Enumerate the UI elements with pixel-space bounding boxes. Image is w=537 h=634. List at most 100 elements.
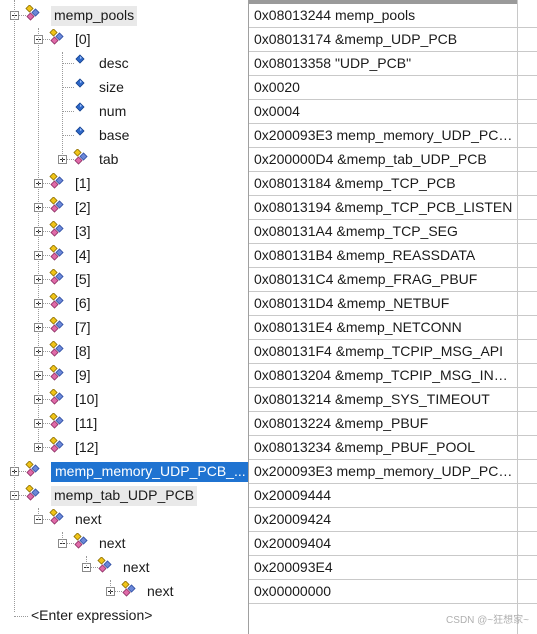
tree-connector [110,580,111,592]
tree-item-label[interactable]: [12] [75,439,98,455]
value-row[interactable]: 0x080131B4 &memp_REASSDATA [249,244,537,268]
tree-item-label[interactable]: [0] [75,31,91,47]
value-cell: 0x08013358 "UDP_PCB" [254,55,412,71]
struct-icon [48,221,68,239]
tree-item-label[interactable]: [2] [75,199,91,215]
value-row[interactable]: 0x080131A4 &memp_TCP_SEG [249,220,537,244]
value-cell: 0x200093E3 memp_memory_UDP_PCB_base [254,127,516,143]
value-cell: 0x08013194 &memp_TCP_PCB_LISTEN [254,199,513,215]
value-cell: 0x20009444 [254,487,332,503]
value-row[interactable]: 0x080131E4 &memp_NETCONN [249,316,537,340]
value-row[interactable]: 0x00000000 [249,580,537,604]
value-cell: 0x08013204 &memp_TCPIP_MSG_INPKT [254,367,516,383]
tree-item-label[interactable]: memp_tab_UDP_PCB [51,486,198,506]
value-cell: 0x20009404 [254,535,332,551]
value-row[interactable]: 0x08013224 &memp_PBUF [249,412,537,436]
value-cell: 0x20009424 [254,511,332,527]
field-icon [72,125,92,143]
value-cell: 0x080131B4 &memp_REASSDATA [254,247,476,263]
enter-expression-row[interactable]: <Enter expression> [31,607,152,623]
tree-connector [38,28,39,448]
value-row[interactable]: 0x08013358 "UDP_PCB" [249,52,537,76]
tree-connector [62,532,63,544]
tree-item-label[interactable]: next [147,583,173,599]
value-cell: 0x080131F4 &memp_TCPIP_MSG_API [254,343,504,359]
tree-item-label[interactable]: tab [99,151,118,167]
value-cell: 0x08013184 &memp_TCP_PCB [254,175,456,191]
value-row[interactable]: 0x080131D4 &memp_NETBUF [249,292,537,316]
tree-item-label[interactable]: desc [99,55,129,71]
value-row[interactable]: 0x08013214 &memp_SYS_TIMEOUT [249,388,537,412]
tree-item-label[interactable]: [5] [75,271,91,287]
struct-icon [48,245,68,263]
tree-item-label[interactable]: next [123,559,149,575]
tree-item-label[interactable]: [7] [75,319,91,335]
value-row[interactable]: 0x20009424 [249,508,537,532]
struct-icon [48,269,68,287]
value-row[interactable]: 0x08013234 &memp_PBUF_POOL [249,436,537,460]
tree-item-label[interactable]: [1] [75,175,91,191]
tree-item-label[interactable]: [11] [75,415,97,431]
tree-item-label[interactable]: num [99,103,126,119]
struct-icon [48,341,68,359]
tree-item-label[interactable]: [9] [75,367,91,383]
tree-item-label[interactable]: size [99,79,124,95]
value-cell: 0x200093E3 memp_memory_UDP_PCB_base [254,463,516,479]
tree-item-label[interactable]: [3] [75,223,91,239]
tree-row[interactable]: memp_memory_UDP_PCB_... [0,460,248,484]
tree-connector [14,0,15,612]
value-cell: 0x200000D4 &memp_tab_UDP_PCB [254,151,487,167]
tree-item-label[interactable]: memp_memory_UDP_PCB_... [51,462,248,482]
tree-row[interactable]: memp_tab_UDP_PCB [0,484,248,508]
struct-icon [48,437,68,455]
value-row[interactable]: 0x080131C4 &memp_FRAG_PBUF [249,268,537,292]
struct-icon [24,485,44,503]
value-row[interactable]: 0x080131F4 &memp_TCPIP_MSG_API [249,340,537,364]
tree-item-label[interactable]: base [99,127,129,143]
watch-value-pane: 0x08013244 memp_pools 0x08013174 &memp_UD… [248,0,537,634]
value-cell: 0x08013244 memp_pools [254,7,416,23]
value-row[interactable]: 0x0004 [249,100,537,124]
tree-item-label[interactable]: [6] [75,295,91,311]
watermark: CSDN @~狂想家~ [446,615,529,626]
struct-icon [24,5,44,23]
tree-row[interactable]: next [0,556,248,580]
value-row[interactable]: 0x20009404 [249,532,537,556]
value-row[interactable]: 0x08013244 memp_pools [249,4,537,28]
tree-connector [86,556,87,568]
value-row[interactable]: 0x20009444 [249,484,537,508]
value-cell: 0x080131A4 &memp_TCP_SEG [254,223,458,239]
value-row[interactable]: 0x08013174 &memp_UDP_PCB [249,28,537,52]
value-row[interactable]: 0x200093E3 memp_memory_UDP_PCB_base [249,124,537,148]
tree-connector [38,508,39,520]
value-row[interactable]: 0x08013204 &memp_TCPIP_MSG_INPKT [249,364,537,388]
struct-icon [48,293,68,311]
tree-row[interactable]: next [0,580,248,604]
struct-icon [96,557,116,575]
tree-item-label[interactable]: next [75,511,101,527]
value-row[interactable]: 0x200093E3 memp_memory_UDP_PCB_base [249,460,537,484]
value-row[interactable]: 0x200093E4 [249,556,537,580]
tree-row[interactable]: next [0,532,248,556]
value-cell: 0x0004 [254,103,300,119]
struct-icon [72,149,92,167]
struct-icon [24,461,44,479]
struct-icon [48,197,68,215]
tree-row[interactable]: memp_pools [0,4,248,28]
tree-item-label[interactable]: [4] [75,247,91,263]
value-row[interactable]: 0x0020 [249,76,537,100]
value-cell: 0x080131C4 &memp_FRAG_PBUF [254,271,478,287]
tree-item-label[interactable]: [8] [75,343,91,359]
value-cell: 0x080131D4 &memp_NETBUF [254,295,450,311]
tree-item-label[interactable]: [10] [75,391,98,407]
value-cell: 0x08013224 &memp_PBUF [254,415,429,431]
value-row[interactable]: 0x08013194 &memp_TCP_PCB_LISTEN [249,196,537,220]
tree-item-label[interactable]: memp_pools [51,6,138,26]
tree-item-label[interactable]: next [99,535,125,551]
field-icon [72,77,92,95]
value-row[interactable]: 0x08013184 &memp_TCP_PCB [249,172,537,196]
value-row[interactable]: 0x200000D4 &memp_tab_UDP_PCB [249,148,537,172]
struct-icon [72,533,92,551]
struct-icon [48,173,68,191]
value-cell: 0x0020 [254,79,300,95]
